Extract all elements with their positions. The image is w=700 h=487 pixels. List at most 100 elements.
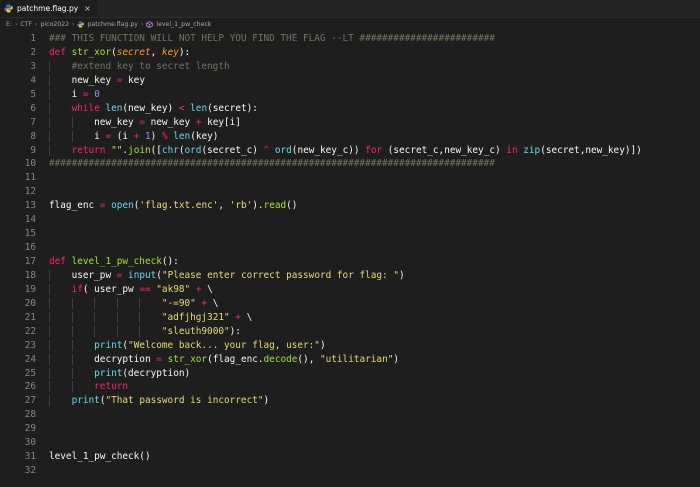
code-line[interactable]: 12 <box>0 185 700 199</box>
line-number: 2 <box>30 46 36 58</box>
code-token: (flag_enc. <box>207 353 264 365</box>
code-line[interactable]: 32 <box>0 464 700 478</box>
code-line[interactable]: 9 return "".join([chr(ord(secret_c) ^ or… <box>0 144 700 158</box>
indent-guide <box>49 144 72 156</box>
code-line[interactable]: 16 <box>0 241 700 255</box>
code-text: return <box>49 380 128 394</box>
code-token: user_pw <box>71 269 117 281</box>
code-text: i = (i + 1) % len(key) <box>49 130 218 144</box>
code-token: level_1_pw_check() <box>49 451 151 463</box>
code-token: "ak98" <box>156 283 191 295</box>
breadcrumb-folder-pico2022[interactable]: pico2022 <box>40 21 69 28</box>
breadcrumb-drive[interactable]: E: <box>6 21 12 28</box>
code-text: level_1_pw_check() <box>49 450 151 464</box>
code-text: #extend key to secret length <box>49 60 230 74</box>
code-line[interactable]: 3 #extend key to secret length <box>0 60 700 74</box>
code-token: "-=90" <box>161 297 196 309</box>
code-token: str_xor <box>71 46 112 58</box>
indent-guide <box>49 297 72 309</box>
code-token: (new_key_c)) <box>291 144 366 156</box>
code-token: ) <box>399 269 405 281</box>
code-line[interactable]: 6 while len(new_key) < len(secret): <box>0 102 700 116</box>
code-line[interactable]: 4 new_key = key <box>0 74 700 88</box>
code-line[interactable]: 23 print("Welcome back... your flag, use… <box>0 339 700 353</box>
code-line[interactable]: 27 print("That password is incorrect") <box>0 394 700 408</box>
indent-guide <box>71 311 95 323</box>
indent-guide <box>71 297 95 309</box>
code-token: "Please enter correct password for flag:… <box>161 269 399 281</box>
code-token: (): <box>161 256 179 267</box>
code-line[interactable]: 13 flag_enc = open('flag.txt.enc', 'rb').… <box>0 199 700 213</box>
line-number: 13 <box>24 200 36 212</box>
breadcrumb-folder-ctf[interactable]: CTF <box>20 21 32 28</box>
indent-guide <box>139 311 162 323</box>
code-line[interactable]: 18 user_pw = input("Please enter correct… <box>0 269 700 283</box>
indent-guide <box>94 325 117 337</box>
code-token: return <box>94 381 129 393</box>
editor-tab[interactable]: patchme.flag.py × <box>0 0 97 17</box>
line-number: 23 <box>24 339 36 351</box>
code-line[interactable]: 1 ### THIS FUNCTION WILL NOT HELP YOU FIN… <box>0 32 700 46</box>
code-token: chr <box>161 144 179 156</box>
code-text: if( user_pw == "ak98" + \ <box>49 283 213 297</box>
code-text: new_key = key <box>49 74 145 88</box>
code-token: (key) <box>190 130 219 142</box>
code-token: ). <box>252 200 264 212</box>
line-number: 32 <box>24 465 36 477</box>
code-line[interactable]: 11 <box>0 171 700 185</box>
code-line[interactable]: 26 return <box>0 380 700 394</box>
breadcrumb-symbol[interactable]: level_1_pw_check <box>156 21 211 28</box>
code-text: def level_1_pw_check(): <box>49 255 179 269</box>
indent-guide <box>71 116 95 128</box>
code-line[interactable]: 19 if( user_pw == "ak98" + \ <box>0 283 700 297</box>
code-line[interactable]: 20 "-=90" + \ <box>0 297 700 311</box>
line-number: 28 <box>24 409 36 421</box>
code-token: print <box>94 339 123 351</box>
indent-guide <box>116 311 140 323</box>
code-line[interactable]: 17 def level_1_pw_check(): <box>0 255 700 269</box>
code-line[interactable]: 7 new_key = new_key + key[i] <box>0 116 700 130</box>
line-number: 7 <box>30 116 36 128</box>
indent-guide <box>49 102 72 114</box>
code-token: , <box>150 46 162 58</box>
indent-guide <box>139 325 162 337</box>
breadcrumb-file[interactable]: patchme.flag.py <box>87 21 137 28</box>
code-editor[interactable]: 1 ### THIS FUNCTION WILL NOT HELP YOU FIN… <box>0 30 700 478</box>
line-number: 3 <box>30 60 36 72</box>
chevron-right-icon: › <box>140 20 144 28</box>
code-line[interactable]: 28 <box>0 408 700 422</box>
line-number: 20 <box>24 297 36 309</box>
line-number: 26 <box>24 381 36 393</box>
code-line[interactable]: 8 i = (i + 1) % len(key) <box>0 130 700 144</box>
code-text: ########################################… <box>49 157 495 171</box>
code-token: "adfjhgj321" <box>161 311 230 323</box>
code-line[interactable]: 15 <box>0 227 700 241</box>
code-token: print <box>94 367 123 379</box>
code-token: for <box>365 144 383 156</box>
code-line[interactable]: 24 decryption = str_xor(flag_enc.decode(… <box>0 353 700 367</box>
code-line[interactable]: 14 <box>0 213 700 227</box>
code-line[interactable]: 31 level_1_pw_check() <box>0 450 700 464</box>
code-line[interactable]: 2 def str_xor(secret, key): <box>0 46 700 60</box>
line-number: 9 <box>30 144 36 156</box>
code-line[interactable]: 21 "adfjhgj321" + \ <box>0 311 700 325</box>
line-number: 16 <box>24 242 36 254</box>
code-token: ( user_pw <box>82 283 140 295</box>
code-text: ### THIS FUNCTION WILL NOT HELP YOU FIND… <box>49 32 495 46</box>
code-token: ) <box>393 353 400 365</box>
code-text: return "".join([chr(ord(secret_c) ^ ord(… <box>49 144 642 158</box>
indent-guide <box>49 74 72 86</box>
code-line[interactable]: 25 print(decryption) <box>0 367 700 381</box>
line-number: 8 <box>30 130 36 142</box>
code-line[interactable]: 10 ######################################… <box>0 157 700 171</box>
close-icon[interactable]: × <box>84 4 91 13</box>
code-line[interactable]: 5 i = 0 <box>0 88 700 102</box>
code-line[interactable]: 30 <box>0 436 700 450</box>
code-line[interactable]: 29 <box>0 422 700 436</box>
code-line[interactable]: 22 "sleuth9000"): <box>0 325 700 339</box>
code-token: #extend key to secret length <box>71 60 230 72</box>
line-number: 17 <box>24 256 36 267</box>
code-token: "sleuth9000" <box>161 325 230 337</box>
code-token: len <box>105 102 123 114</box>
code-token: while <box>71 102 106 114</box>
